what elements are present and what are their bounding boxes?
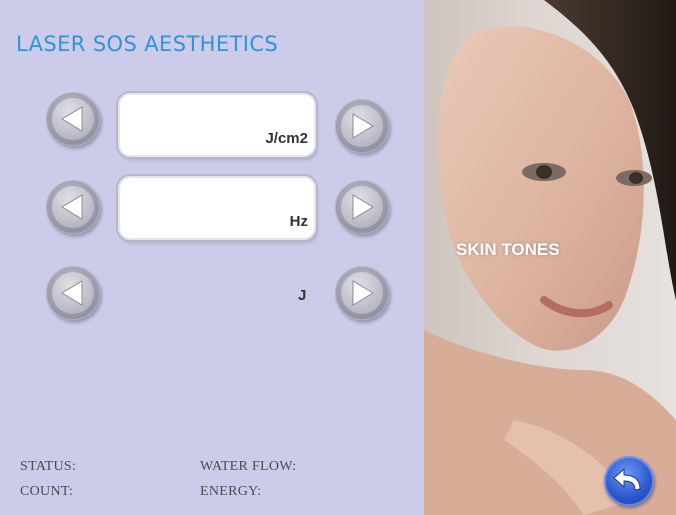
frequency-input[interactable]: Hz: [120, 178, 314, 238]
fluence-unit: J/cm2: [265, 130, 308, 147]
skin-tones-button[interactable]: SKIN TONES: [456, 240, 560, 260]
water-flow-label: WATER FLOW:: [200, 459, 297, 474]
status-label: STATUS:: [20, 459, 77, 474]
fluence-increase-button[interactable]: [335, 99, 389, 153]
laser-control-screen: LASER SOS AESTHETICS J/cm2 Hz J STATUS: …: [0, 0, 676, 515]
triangle-right-icon: [352, 113, 374, 139]
frequency-decrease-button[interactable]: [46, 180, 100, 234]
energy-unit: J: [298, 287, 307, 304]
undo-arrow-icon: [613, 467, 641, 491]
app-title: LASER SOS AESTHETICS: [16, 32, 279, 56]
triangle-right-icon: [352, 194, 374, 220]
frequency-unit: Hz: [289, 213, 308, 230]
frequency-increase-button[interactable]: [335, 180, 389, 234]
fluence-input[interactable]: J/cm2: [120, 95, 314, 155]
triangle-left-icon: [61, 194, 83, 220]
triangle-left-icon: [61, 106, 83, 132]
count-label: COUNT:: [20, 484, 74, 499]
energy-increase-button[interactable]: [335, 266, 389, 320]
triangle-left-icon: [61, 280, 83, 306]
triangle-right-icon: [352, 280, 374, 306]
energy-decrease-button[interactable]: [46, 266, 100, 320]
energy-label: ENERGY:: [200, 484, 262, 499]
fluence-decrease-button[interactable]: [46, 92, 100, 146]
back-button[interactable]: [604, 456, 654, 506]
control-panel: LASER SOS AESTHETICS J/cm2 Hz J STATUS: …: [0, 0, 424, 515]
skin-tones-panel: SKIN TONES: [424, 0, 676, 515]
